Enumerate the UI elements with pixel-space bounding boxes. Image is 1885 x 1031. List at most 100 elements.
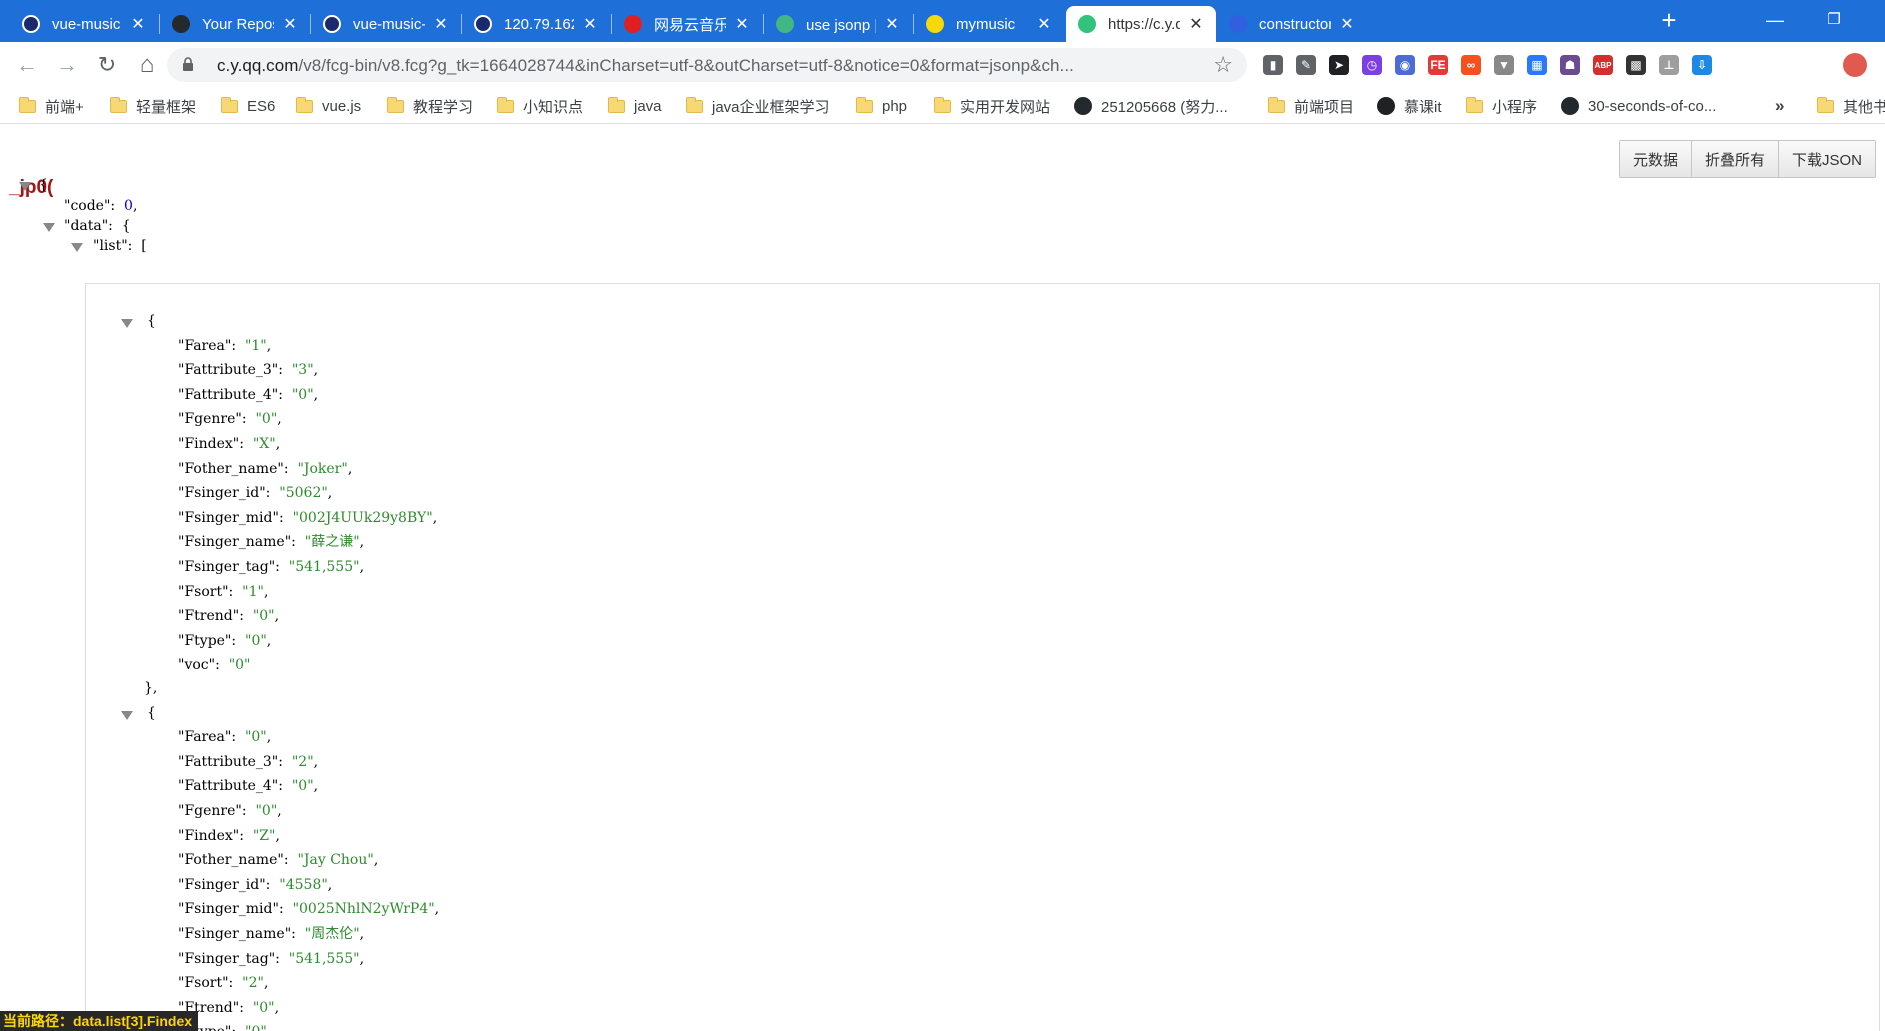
qrcode-ext-icon[interactable]: ▩ [1626, 55, 1646, 75]
root-toggle-icon[interactable] [19, 182, 31, 191]
json-string-value[interactable]: "薛之谦" [305, 534, 360, 550]
tab-7[interactable]: mymusic ✕ [914, 6, 1064, 42]
list-item-toggle-icon[interactable] [121, 710, 133, 720]
grid-ext-icon[interactable]: ▦ [1527, 55, 1547, 75]
collapse-all-button[interactable]: 折叠所有 [1691, 141, 1779, 177]
json-string-value[interactable]: "0" [245, 633, 267, 649]
json-string-value[interactable]: "0" [292, 387, 314, 403]
json-string-value[interactable]: "周杰伦" [305, 926, 360, 942]
tab-6[interactable]: use jsonp | 努 ✕ [764, 6, 912, 42]
bookmark-item[interactable]: 其他书 [1817, 95, 1885, 117]
json-string-value[interactable]: "0025NhlN2yWrP4" [293, 901, 435, 917]
close-tab-icon[interactable]: ✕ [282, 14, 298, 34]
bookmark-item[interactable]: 251205668 (努力... [1074, 95, 1228, 117]
json-string-value[interactable]: "1" [242, 584, 264, 600]
ghost-ext-icon[interactable]: ☗ [1560, 55, 1580, 75]
download-json-button[interactable]: 下载JSON [1778, 141, 1875, 177]
json-string-value[interactable]: "0" [255, 803, 277, 819]
bookmark-item[interactable]: 小知识点 [497, 95, 583, 117]
save-ext-icon[interactable]: ⇩ [1692, 55, 1712, 75]
json-string-value[interactable]: "Z" [253, 828, 276, 844]
bookmark-item[interactable]: 前端项目 [1268, 95, 1354, 117]
infinity-ext-icon[interactable]: ∞ [1461, 55, 1481, 75]
close-tab-icon[interactable]: ✕ [130, 14, 146, 34]
forward-button[interactable]: → [52, 50, 82, 80]
json-string-value[interactable]: "0" [245, 1024, 267, 1031]
close-tab-icon[interactable]: ✕ [1339, 14, 1355, 34]
minimize-button[interactable]: — [1765, 10, 1785, 31]
json-string-value[interactable]: "541,555" [289, 559, 360, 575]
close-tab-icon[interactable]: ✕ [884, 14, 900, 34]
url-text[interactable]: c.y.qq.com/v8/fcg-bin/v8.fcg?g_tk=166402… [217, 56, 1074, 76]
bookmark-ext-icon[interactable]: ▮ [1263, 55, 1283, 75]
lock-icon[interactable] [182, 57, 194, 72]
bookmark-item[interactable]: 前端+ [19, 95, 84, 117]
json-string-value[interactable]: "0" [255, 411, 277, 427]
bookmark-item[interactable]: 30-seconds-of-co... [1561, 95, 1716, 117]
eyedropper-ext-icon[interactable]: ✎ [1296, 55, 1316, 75]
bookmark-item[interactable]: 小程序 [1466, 95, 1537, 117]
newtab-button[interactable]: + [1656, 7, 1682, 34]
close-tab-icon[interactable]: ✕ [582, 14, 598, 34]
close-tab-icon[interactable]: ✕ [1188, 14, 1204, 34]
maximize-button[interactable]: ❐ [1824, 10, 1844, 28]
tab-1[interactable]: vue-music ✕ [10, 6, 158, 42]
json-string-value[interactable]: "0" [253, 1000, 275, 1016]
bookmark-item[interactable]: 教程学习 [387, 95, 473, 117]
json-string-value[interactable]: "2" [292, 754, 314, 770]
json-string-value[interactable]: "5062" [279, 485, 328, 501]
tab-8[interactable]: https://c.y.qq. ✕ [1066, 6, 1216, 42]
json-string-value[interactable]: "Jay Chou" [297, 852, 373, 868]
vue-ext-icon[interactable]: ▼ [1494, 55, 1514, 75]
json-string-value[interactable]: "Joker" [297, 461, 347, 477]
close-tab-icon[interactable]: ✕ [1036, 14, 1052, 34]
adblock-ext-icon[interactable]: ABP [1593, 55, 1613, 75]
bookmark-label: 30-seconds-of-co... [1588, 97, 1717, 115]
close-tab-icon[interactable]: ✕ [433, 14, 449, 34]
tab-4[interactable]: 120.79.162.14 ✕ [462, 6, 610, 42]
json-string-value[interactable]: "541,555" [289, 951, 360, 967]
bookmark-item[interactable]: 实用开发网站 [934, 95, 1050, 117]
data-toggle-icon[interactable] [43, 223, 55, 232]
json-string-value[interactable]: "0" [253, 608, 275, 624]
clock-ext-icon[interactable]: ◷ [1362, 55, 1382, 75]
bookmark-item[interactable]: ES6 [221, 95, 275, 117]
bookmark-item[interactable]: 慕课it [1377, 95, 1442, 117]
bookmark-item[interactable]: 轻量框架 [110, 95, 196, 117]
json-string-value[interactable]: "0" [229, 657, 251, 673]
home-button[interactable]: ⌂ [132, 50, 162, 80]
list-item-toggle-icon[interactable] [121, 319, 133, 328]
json-string-value[interactable]: "0" [292, 778, 314, 794]
network-ext-icon[interactable]: ⊥ [1659, 55, 1679, 75]
reload-button[interactable]: ↻ [92, 50, 122, 80]
json-string-value[interactable]: "3" [292, 362, 314, 378]
bookmark-item[interactable]: php [856, 95, 907, 117]
object-close-brace: }, [144, 680, 158, 696]
profile-avatar[interactable] [1843, 53, 1867, 77]
metadata-button[interactable]: 元数据 [1619, 141, 1692, 177]
tab-2[interactable]: Your Reposito ✕ [160, 6, 310, 42]
json-string-value[interactable]: "1" [245, 338, 267, 354]
json-string-value[interactable]: "4558" [279, 877, 328, 893]
close-tab-icon[interactable]: ✕ [734, 14, 750, 34]
cursor-ext-icon[interactable]: ➤ [1329, 55, 1349, 75]
back-button[interactable]: ← [12, 50, 42, 80]
json-string-value[interactable]: "0" [245, 729, 267, 745]
bookmark-item[interactable]: vue.js [296, 95, 361, 117]
json-string-value[interactable]: "X" [253, 436, 276, 452]
owl-ext-icon[interactable]: ◉ [1395, 55, 1415, 75]
json-field-row: "Findex": "Z", [178, 827, 280, 844]
json-string-value[interactable]: "2" [242, 975, 264, 991]
fe-ext-icon[interactable]: FE [1428, 55, 1448, 75]
address-bar[interactable]: c.y.qq.com/v8/fcg-bin/v8.fcg?g_tk=166402… [167, 48, 1247, 82]
list-toggle-icon[interactable] [71, 243, 83, 252]
tab-9[interactable]: constructor_ ✕ [1217, 6, 1367, 42]
bookmark-item[interactable]: java企业框架学习 [686, 95, 830, 117]
star-icon[interactable]: ☆ [1213, 52, 1233, 78]
tab-3[interactable]: vue-music-we ✕ [311, 6, 461, 42]
globe-icon [1377, 97, 1395, 115]
bookmark-item[interactable]: » [1775, 95, 1784, 117]
bookmark-item[interactable]: java [608, 95, 662, 117]
tab-5[interactable]: 网易云音乐 Nc ✕ [612, 6, 762, 42]
json-string-value[interactable]: "002J4UUk29y8BY" [293, 510, 433, 526]
